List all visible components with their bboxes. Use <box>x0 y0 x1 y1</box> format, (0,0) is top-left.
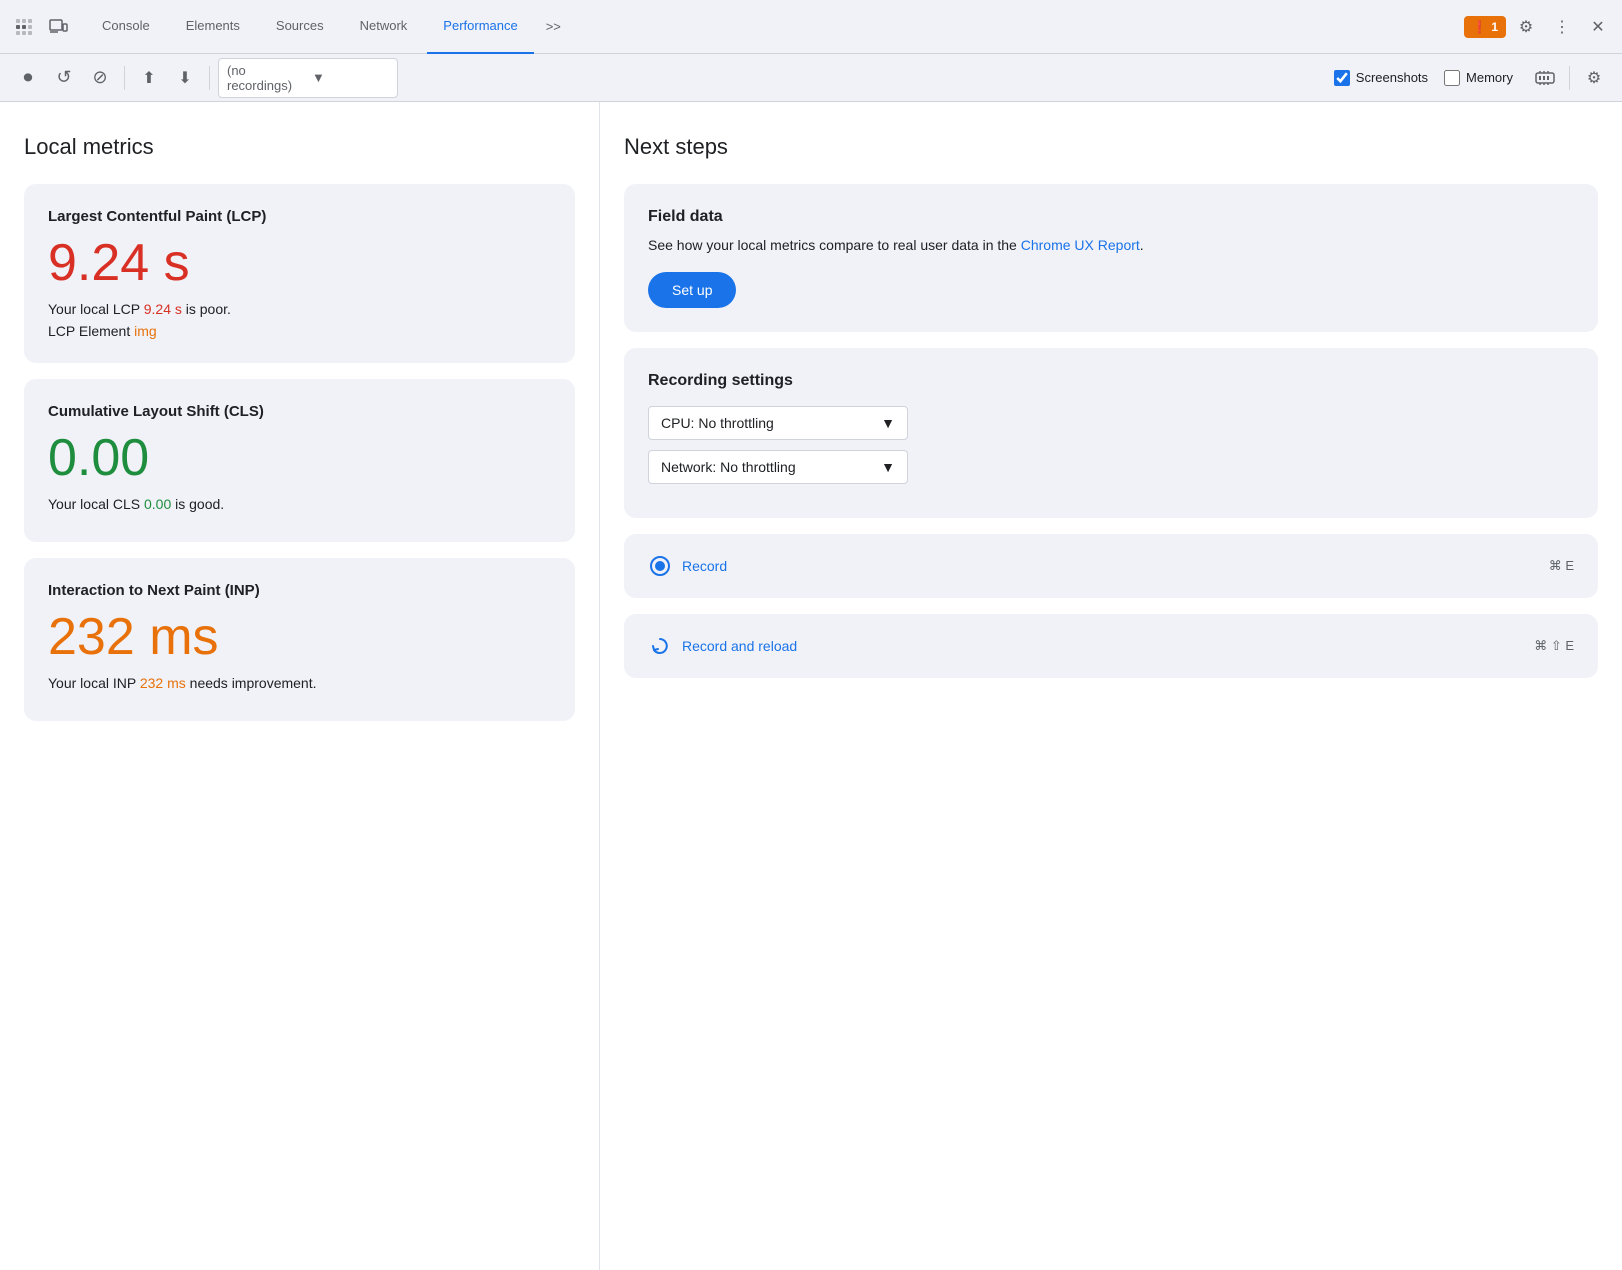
main-content: Local metrics Largest Contentful Paint (… <box>0 102 1622 1270</box>
local-metrics-panel: Local metrics Largest Contentful Paint (… <box>0 102 600 1270</box>
network-throttling-dropdown[interactable]: Network: No throttling ▼ <box>648 450 908 484</box>
field-data-desc-after: . <box>1140 237 1144 253</box>
error-count: 1 <box>1491 20 1498 34</box>
cls-name: Cumulative Layout Shift (CLS) <box>48 403 551 420</box>
field-data-card: Field data See how your local metrics co… <box>624 184 1598 332</box>
error-badge[interactable]: ❗ 1 <box>1464 16 1506 38</box>
next-steps-panel: Next steps Field data See how your local… <box>600 102 1622 1270</box>
save-profile-button[interactable]: ⬇ <box>169 62 201 94</box>
record-action-card[interactable]: Record ⌘ E <box>624 534 1598 598</box>
inspect-icon[interactable] <box>8 11 40 43</box>
tab-performance[interactable]: Performance <box>427 0 533 54</box>
inp-desc-highlight: 232 ms <box>140 675 186 691</box>
lcp-desc-suffix: is poor. <box>182 301 231 317</box>
screenshots-check[interactable]: Screenshots <box>1334 70 1428 86</box>
field-data-desc: See how your local metrics compare to re… <box>648 234 1574 256</box>
memory-checkbox[interactable] <box>1444 70 1460 86</box>
inp-desc: Your local INP 232 ms needs improvement. <box>48 675 551 691</box>
toolbar-sep-2 <box>209 66 210 90</box>
recording-settings-title: Recording settings <box>648 372 1574 390</box>
inp-card: Interaction to Next Paint (INP) 232 ms Y… <box>24 558 575 721</box>
chrome-ux-report-link[interactable]: Chrome UX Report <box>1021 237 1140 253</box>
recording-settings-card: Recording settings CPU: No throttling ▼ … <box>624 348 1598 518</box>
toolbar-settings-icon[interactable]: ⚙ <box>1578 62 1610 94</box>
record-action-label: Record <box>682 558 727 574</box>
lcp-element-link[interactable]: img <box>134 323 157 339</box>
cpu-throttling-label: CPU: No throttling <box>661 415 774 431</box>
more-tabs-button[interactable]: >> <box>538 0 569 54</box>
cls-desc-suffix: is good. <box>171 496 224 512</box>
close-icon[interactable]: ✕ <box>1582 11 1614 43</box>
dropdown-arrow-icon: ▼ <box>312 70 389 85</box>
screenshots-label: Screenshots <box>1356 70 1428 85</box>
tab-console[interactable]: Console <box>86 0 166 54</box>
toolbar-sep-3 <box>1569 66 1570 90</box>
network-throttling-label: Network: No throttling <box>661 459 796 475</box>
nav-right: ❗ 1 ⚙ ⋮ ✕ <box>1464 11 1614 43</box>
cpu-throttling-dropdown[interactable]: CPU: No throttling ▼ <box>648 406 908 440</box>
record-action-icon <box>648 554 672 578</box>
cpu-dropdown-arrow: ▼ <box>881 415 895 431</box>
tab-sources[interactable]: Sources <box>260 0 340 54</box>
record-reload-action-label: Record and reload <box>682 638 797 654</box>
record-reload-action-left: Record and reload <box>648 634 797 658</box>
clear-button[interactable]: ⊘ <box>84 62 116 94</box>
tab-network[interactable]: Network <box>344 0 424 54</box>
cls-value: 0.00 <box>48 432 551 484</box>
inp-name: Interaction to Next Paint (INP) <box>48 582 551 599</box>
cls-desc-highlight: 0.00 <box>144 496 171 512</box>
memory-label: Memory <box>1466 70 1513 85</box>
cls-desc: Your local CLS 0.00 is good. <box>48 496 551 512</box>
cls-card: Cumulative Layout Shift (CLS) 0.00 Your … <box>24 379 575 542</box>
load-profile-button[interactable]: ⬆ <box>133 62 165 94</box>
recordings-dropdown[interactable]: (no recordings) ▼ <box>218 58 398 98</box>
next-steps-title: Next steps <box>624 134 1598 160</box>
lcp-value: 9.24 s <box>48 237 551 289</box>
performance-toolbar: ⏺ ↺ ⊘ ⬆ ⬇ (no recordings) ▼ Screenshots … <box>0 54 1622 102</box>
setup-button[interactable]: Set up <box>648 272 736 308</box>
recordings-value: (no recordings) <box>227 63 304 93</box>
network-dropdown-arrow: ▼ <box>881 459 895 475</box>
record-reload-icon <box>648 634 672 658</box>
lcp-desc-highlight: 9.24 s <box>144 301 182 317</box>
field-data-title: Field data <box>648 208 1574 226</box>
inp-desc-suffix: needs improvement. <box>186 675 317 691</box>
record-shortcut: ⌘ E <box>1549 558 1574 574</box>
screenshots-checkbox[interactable] <box>1334 70 1350 86</box>
devtools-nav: Console Elements Sources Network Perform… <box>0 0 1622 54</box>
toolbar-sep-1 <box>124 66 125 90</box>
inp-value: 232 ms <box>48 611 551 663</box>
lcp-desc-prefix: Your local LCP <box>48 301 144 317</box>
reload-record-button[interactable]: ↺ <box>48 62 80 94</box>
lcp-element-label: LCP Element <box>48 323 130 339</box>
record-button[interactable]: ⏺ <box>12 62 44 94</box>
device-toolbar-icon[interactable] <box>42 11 74 43</box>
settings-icon[interactable]: ⚙ <box>1510 11 1542 43</box>
warning-icon: ❗ <box>1472 20 1487 34</box>
nav-icon-group <box>8 11 74 43</box>
toolbar-checks: Screenshots Memory <box>1334 62 1561 94</box>
cls-desc-prefix: Your local CLS <box>48 496 144 512</box>
lcp-name: Largest Contentful Paint (LCP) <box>48 208 551 225</box>
lcp-element: LCP Element img <box>48 323 551 339</box>
local-metrics-title: Local metrics <box>24 134 575 160</box>
memory-check[interactable]: Memory <box>1444 70 1513 86</box>
field-data-desc-before: See how your local metrics compare to re… <box>648 237 1021 253</box>
more-options-icon[interactable]: ⋮ <box>1546 11 1578 43</box>
memory-icon <box>1529 62 1561 94</box>
tab-elements[interactable]: Elements <box>170 0 256 54</box>
lcp-card: Largest Contentful Paint (LCP) 9.24 s Yo… <box>24 184 575 363</box>
inp-desc-prefix: Your local INP <box>48 675 140 691</box>
record-circle-icon <box>650 556 670 576</box>
record-reload-action-card[interactable]: Record and reload ⌘ ⇧ E <box>624 614 1598 678</box>
record-action-left: Record <box>648 554 727 578</box>
record-reload-shortcut: ⌘ ⇧ E <box>1534 638 1574 654</box>
lcp-desc: Your local LCP 9.24 s is poor. <box>48 301 551 317</box>
